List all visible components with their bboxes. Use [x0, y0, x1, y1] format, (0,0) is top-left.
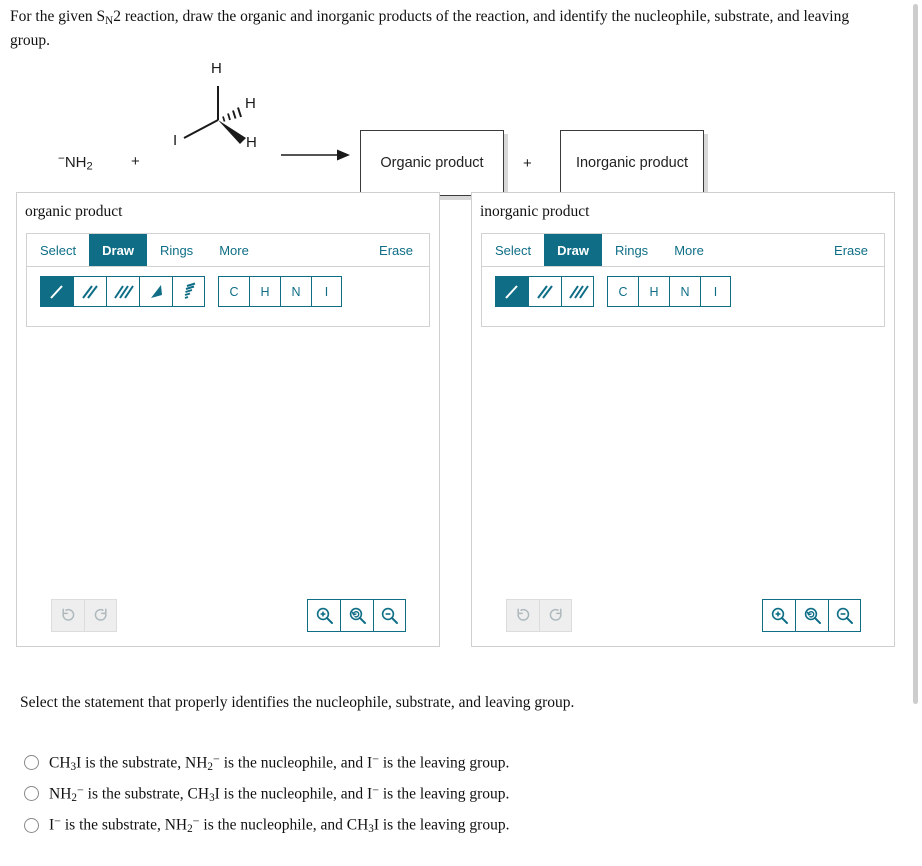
double-bond-tool[interactable] [528, 276, 561, 307]
zoom-in-button[interactable] [762, 598, 795, 632]
atom-button-i[interactable]: I [311, 276, 342, 307]
inorganic-bond-tool-group [495, 276, 594, 307]
atom-button-h[interactable]: H [249, 276, 280, 307]
organic-bottom-bar [26, 598, 430, 632]
page-prompt: For the given SN2 reaction, draw the org… [0, 0, 922, 52]
atom-button-c[interactable]: C [218, 276, 249, 307]
atom-button-h[interactable]: H [638, 276, 669, 307]
tab-draw[interactable]: Draw [544, 234, 602, 266]
zoom-reset-button[interactable] [340, 598, 373, 632]
inorganic-product-box-label: Inorganic product [575, 154, 689, 171]
prompt-sn-subscript: N [105, 15, 114, 28]
option-label-1: CH3I is the substrate, NH2− is the nucle… [49, 752, 510, 774]
organic-editor: Select Draw Rings More Erase C H N I [26, 233, 430, 327]
inorganic-bottom-bar [481, 598, 885, 632]
product-plus-sign: + [523, 154, 532, 172]
prompt-text-a: For the given S [10, 8, 106, 25]
tab-draw[interactable]: Draw [89, 234, 147, 266]
substrate-bottom-h-label: H [246, 133, 257, 151]
radio-button-2[interactable] [24, 786, 39, 802]
organic-toolrow: C H N I [27, 267, 429, 307]
tab-select[interactable]: Select [27, 234, 89, 266]
undo-button[interactable] [51, 598, 84, 632]
inorganic-product-panel: inorganic product Select Draw Rings More… [471, 192, 895, 647]
tabbar-spacer [262, 234, 366, 266]
organic-zoom-group [307, 598, 406, 632]
atom-button-n[interactable]: N [669, 276, 700, 307]
amide-subscript: 2 [86, 160, 93, 173]
double-bond-tool[interactable] [73, 276, 106, 307]
option-label-2: NH2− is the substrate, CH3I is the nucle… [49, 783, 510, 805]
organic-product-box-label: Organic product [380, 154, 484, 171]
inorganic-history-group [506, 598, 572, 632]
scrollbar-thumb[interactable] [913, 4, 918, 704]
inorganic-zoom-group [762, 598, 861, 632]
organic-panel-title: organic product [25, 203, 123, 220]
organic-bond-tool-group [40, 276, 205, 307]
tab-rings[interactable]: Rings [147, 234, 206, 266]
inorganic-editor: Select Draw Rings More Erase C H N I [481, 233, 885, 327]
redo-button[interactable] [539, 598, 572, 632]
inorganic-panel-title: inorganic product [480, 203, 590, 220]
atom-button-i[interactable]: I [700, 276, 731, 307]
wedge-bond-tool[interactable] [139, 276, 172, 307]
single-bond-tool[interactable] [40, 276, 73, 307]
inorganic-tabbar: Select Draw Rings More Erase [482, 234, 884, 267]
organic-product-panel: organic product Select Draw Rings More E… [16, 192, 440, 647]
option-row-3[interactable]: I− is the substrate, NH2− is the nucleop… [24, 814, 510, 836]
tabbar-spacer [717, 234, 821, 266]
organic-history-group [51, 598, 117, 632]
substrate-right-h-label: H [245, 94, 256, 112]
erase-button[interactable]: Erase [366, 234, 429, 266]
organic-drawing-canvas[interactable] [26, 327, 430, 586]
radio-button-1[interactable] [24, 755, 39, 771]
prompt-text-b: 2 reaction, draw the organic and inorgan… [10, 8, 850, 49]
drawing-panels: organic product Select Draw Rings More E… [16, 192, 906, 647]
substrate-iodine-label: I [173, 131, 178, 149]
undo-button[interactable] [506, 598, 539, 632]
amide-charge: − [58, 151, 65, 165]
triple-bond-tool[interactable] [561, 276, 594, 307]
single-bond-tool[interactable] [495, 276, 528, 307]
zoom-in-button[interactable] [307, 598, 340, 632]
reactant-amide-label: −NH2 [58, 152, 93, 172]
option-row-2[interactable]: NH2− is the substrate, CH3I is the nucle… [24, 783, 509, 804]
option-label-3: I− is the substrate, NH2− is the nucleop… [49, 814, 510, 836]
reaction-scheme: −NH2 + H H H I Organic product + Inorgan… [0, 59, 922, 196]
atom-button-c[interactable]: C [607, 276, 638, 307]
tab-select[interactable]: Select [482, 234, 544, 266]
triple-bond-tool[interactable] [106, 276, 139, 307]
tab-rings[interactable]: Rings [602, 234, 661, 266]
erase-button[interactable]: Erase [821, 234, 884, 266]
tab-more[interactable]: More [661, 234, 717, 266]
atom-button-n[interactable]: N [280, 276, 311, 307]
hash-bond-tool[interactable] [172, 276, 205, 307]
organic-atom-group: C H N I [218, 276, 342, 307]
inorganic-drawing-canvas[interactable] [481, 327, 885, 586]
option-row-1[interactable]: CH3I is the substrate, NH2− is the nucle… [24, 752, 509, 773]
answer-options: CH3I is the substrate, NH2− is the nucle… [24, 752, 509, 836]
inorganic-product-box: Inorganic product [560, 129, 704, 196]
organic-tabbar: Select Draw Rings More Erase [27, 234, 429, 267]
substrate-structure-methyl-iodide: H H H I [160, 59, 280, 167]
reactant-plus-sign: + [131, 152, 140, 170]
substrate-top-h-label: H [211, 59, 222, 77]
radio-button-3[interactable] [24, 817, 39, 833]
zoom-out-button[interactable] [828, 598, 861, 632]
zoom-reset-button[interactable] [795, 598, 828, 632]
tab-more[interactable]: More [206, 234, 262, 266]
inorganic-toolrow: C H N I [482, 267, 884, 307]
redo-button[interactable] [84, 598, 117, 632]
inorganic-atom-group: C H N I [607, 276, 731, 307]
amide-formula: NH [64, 153, 87, 171]
vertical-scrollbar[interactable] [908, 0, 922, 866]
organic-product-box: Organic product [360, 129, 504, 196]
zoom-out-button[interactable] [373, 598, 406, 632]
reaction-arrow-icon [281, 148, 351, 167]
question-text: Select the statement that properly ident… [20, 694, 575, 711]
